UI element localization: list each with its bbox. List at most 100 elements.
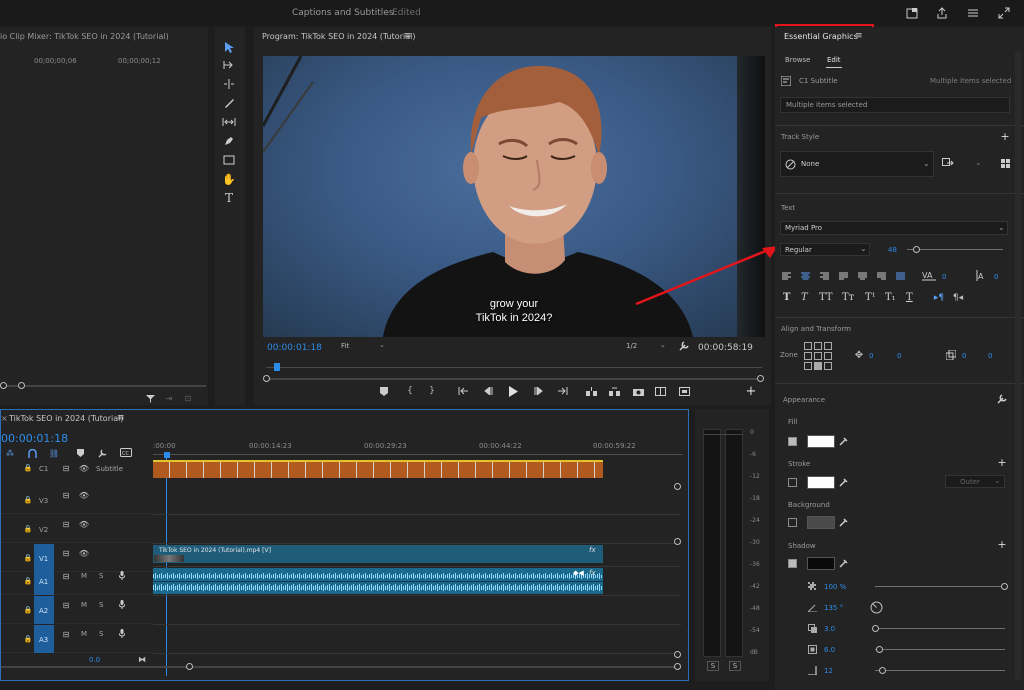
- add-shadow-icon[interactable]: +: [996, 538, 1008, 551]
- faux-bold-icon[interactable]: T: [783, 292, 790, 303]
- timeline-zoom-bar[interactable]: [1, 666, 681, 668]
- shadow-size-knob[interactable]: [876, 646, 883, 653]
- microphone-icon[interactable]: [117, 628, 127, 638]
- settings-wrench-icon[interactable]: [678, 340, 690, 352]
- font-style-dropdown[interactable]: Regular ⌄: [780, 243, 870, 256]
- slip-tool-icon[interactable]: [221, 115, 237, 129]
- microphone-icon[interactable]: [117, 599, 127, 609]
- shadow-angle-value[interactable]: 135 °: [824, 604, 843, 612]
- timeline-ruler[interactable]: :00:00 00:00:14:23 00:00:29:23 00:00:44:…: [153, 438, 683, 460]
- solo-left-button[interactable]: S: [707, 661, 719, 671]
- tab-edit[interactable]: Edit: [827, 56, 841, 64]
- eye-icon[interactable]: 👁: [79, 519, 89, 529]
- add-button-icon[interactable]: +: [744, 384, 758, 399]
- track-id-a3[interactable]: A3: [39, 636, 48, 644]
- fullscreen-icon[interactable]: [997, 6, 1011, 20]
- timeline-vscroll-handle[interactable]: [674, 651, 681, 658]
- rtl-direction-icon[interactable]: ¶◂: [951, 292, 965, 304]
- eyedropper-icon[interactable]: [837, 516, 849, 528]
- pen-tool-icon[interactable]: [221, 134, 237, 148]
- shadow-opacity-value[interactable]: 100 %: [824, 583, 846, 591]
- essential-graphics-scrollbar[interactable]: [1015, 51, 1021, 681]
- program-zoom-handle-left[interactable]: [263, 375, 270, 382]
- justify-all-icon[interactable]: [895, 271, 905, 281]
- shadow-distance-knob[interactable]: [872, 625, 879, 632]
- lock-icon[interactable]: 🔒: [23, 463, 33, 473]
- toggle-sync-lock-icon[interactable]: ⊟: [61, 629, 71, 639]
- font-size-slider[interactable]: [907, 249, 1003, 250]
- shadow-blur-slider[interactable]: [875, 670, 1005, 671]
- timeline-zoom-handle-left[interactable]: [186, 663, 193, 670]
- eyedropper-icon[interactable]: [837, 557, 849, 569]
- selection-tool-icon[interactable]: [221, 40, 237, 54]
- add-track-style-icon[interactable]: +: [999, 130, 1011, 143]
- grid-view-icon[interactable]: [999, 157, 1011, 169]
- track-id-v1[interactable]: V1: [39, 555, 48, 563]
- master-end-icon[interactable]: ⧓: [137, 654, 147, 664]
- rectangle-tool-icon[interactable]: [221, 153, 237, 167]
- justify-left-icon[interactable]: [838, 271, 848, 281]
- shadow-blur-value[interactable]: 12: [824, 667, 833, 675]
- shadow-distance-slider[interactable]: [875, 628, 1005, 629]
- shadow-size-slider[interactable]: [875, 649, 1005, 650]
- vr-view-icon[interactable]: [678, 385, 690, 397]
- snap-icon[interactable]: [27, 448, 37, 458]
- program-playhead-timecode[interactable]: 00:00:01:18: [267, 343, 322, 353]
- resolution-dropdown[interactable]: 1/2 ⌄: [626, 341, 670, 353]
- comparison-view-icon[interactable]: [654, 385, 666, 397]
- timeline-zoom-handle-right[interactable]: [674, 663, 681, 670]
- leading-value[interactable]: 0: [994, 273, 998, 281]
- captions-icon[interactable]: CC: [119, 447, 133, 458]
- chevron-down-icon[interactable]: ⌄: [975, 158, 982, 167]
- mute-button[interactable]: M: [81, 630, 87, 638]
- stroke-checkbox[interactable]: [788, 478, 797, 487]
- stroke-color-swatch[interactable]: [807, 476, 835, 489]
- lock-icon[interactable]: 🔒: [23, 553, 33, 563]
- track-select-tool-icon[interactable]: [221, 58, 237, 72]
- shadow-distance-value[interactable]: 3.0: [824, 625, 835, 633]
- shadow-blur-knob[interactable]: [879, 667, 886, 674]
- scale-y-value[interactable]: 0: [988, 352, 992, 360]
- toggle-sync-lock-icon[interactable]: ⊟: [61, 571, 71, 581]
- step-forward-icon[interactable]: [532, 385, 544, 397]
- razor-tool-icon[interactable]: [221, 96, 237, 110]
- fill-checkbox[interactable]: [788, 437, 797, 446]
- justify-right-icon[interactable]: [876, 271, 886, 281]
- mark-in-icon[interactable]: {: [404, 385, 416, 397]
- track-id-v3[interactable]: V3: [39, 497, 48, 505]
- type-tool-icon[interactable]: T: [221, 191, 237, 205]
- lock-icon[interactable]: 🔒: [23, 634, 33, 644]
- push-style-icon[interactable]: [941, 157, 955, 169]
- timeline-playhead-marker[interactable]: [164, 452, 170, 458]
- stroke-type-dropdown[interactable]: Outer ⌄: [945, 475, 1005, 488]
- eye-icon[interactable]: 👁: [79, 463, 89, 473]
- appearance-wrench-icon[interactable]: [996, 393, 1008, 405]
- program-playhead[interactable]: [274, 363, 280, 371]
- eye-icon[interactable]: 👁: [79, 490, 89, 500]
- mark-out-icon[interactable]: }: [426, 385, 438, 397]
- font-size-value[interactable]: 48: [888, 246, 897, 254]
- angle-dial[interactable]: [869, 600, 883, 614]
- eye-icon[interactable]: 👁: [79, 548, 89, 558]
- align-right-icon[interactable]: [819, 271, 829, 281]
- extract-icon[interactable]: [608, 385, 620, 397]
- subscript-icon[interactable]: T₁: [885, 292, 896, 303]
- video-clip-v1[interactable]: TikTok SEO in 2024 (Tutorial).mp4 [V] fx: [153, 545, 603, 563]
- ripple-edit-tool-icon[interactable]: [221, 77, 237, 91]
- add-marker-icon[interactable]: [378, 385, 390, 397]
- shadow-opacity-slider[interactable]: [875, 586, 1005, 587]
- go-to-in-icon[interactable]: [457, 385, 469, 397]
- faux-italic-icon[interactable]: T: [801, 292, 808, 303]
- timeline-vscroll-handle[interactable]: [674, 483, 681, 490]
- track-style-dropdown[interactable]: None ⌄: [780, 151, 934, 177]
- position-y-value[interactable]: 0: [897, 352, 901, 360]
- scale-x-value[interactable]: 0: [962, 352, 966, 360]
- timeline-tab-close[interactable]: ×: [1, 414, 8, 423]
- solo-button[interactable]: S: [99, 572, 103, 580]
- play-icon[interactable]: [506, 384, 520, 398]
- solo-button[interactable]: S: [99, 630, 103, 638]
- justify-center-icon[interactable]: [857, 271, 867, 281]
- workspace-menu-icon[interactable]: [966, 6, 980, 20]
- program-menu-icon[interactable]: ≡: [404, 31, 412, 41]
- shadow-opacity-knob[interactable]: [1001, 583, 1008, 590]
